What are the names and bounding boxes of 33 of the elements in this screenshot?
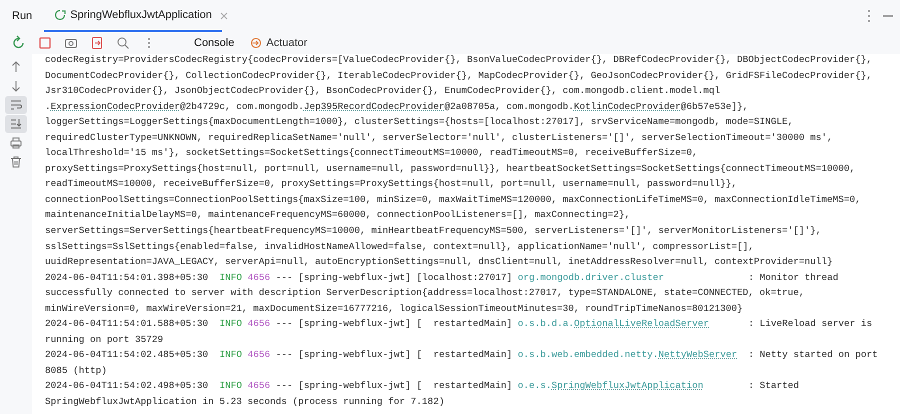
console-line: connectionPoolSettings=ConnectionPoolSettings{maxSize=100, minSize=0, maxWaitTimeMS=120000, maxConnectionLifeTimeMS=0, maxConnectionIdleTimeMS=0, — [45, 192, 862, 207]
console-line: requiredClusterType=UNKNOWN, requiredReplicaSetName='null', serverSelector='null', clusterListeners='[]', serverSelectionTimeout='30000 ms', — [45, 130, 834, 145]
console-line: localThreshold='15 ms'}, socketSettings=SocketSettings{connectTimeoutMS=10000, readTimeoutMS=0, receiveBufferSize=0, — [45, 146, 699, 160]
app-icon — [54, 9, 66, 21]
console-line: loggerSettings=LoggerSettings{maxDocumentLength=1000}, clusterSettings={hosts=[localhost:27017], srvServiceName=mongodb, mode=SINGLE, — [45, 115, 794, 130]
console-line: readTimeoutMS=10000, receiveBufferSize=0, proxySettings=ProxySettings{host=null, port=null, username=null, password=null}}, — [45, 177, 738, 192]
more-icon[interactable] — [866, 9, 872, 23]
stop-icon[interactable] — [37, 35, 53, 51]
console-line: proxySettings=ProxySettings{host=null, port=null, username=null, password=null}}, heartbeatSocketSettings=SocketSettings{connectTimeoutMS=10000, — [45, 162, 856, 176]
console-line: 2024-06-04T11:54:01.588+05:30 INFO 4656 --- [spring-webflux-jwt] [ restartedMain] o.s.b.d.a.OptionalLiveReloadServer : LiveReload server is — [45, 317, 874, 332]
console-line: running on port 35729 — [45, 332, 164, 347]
actuator-icon — [250, 37, 262, 49]
panel-title: Run — [11, 8, 34, 24]
trash-icon[interactable] — [8, 154, 24, 170]
console-line: 2024-06-04T11:54:02.498+05:30 INFO 4656 --- [spring-webflux-jwt] [ restartedMain] o.e.s.SpringWebfluxJwtApplication : Started — [45, 379, 800, 394]
print-icon[interactable] — [8, 135, 24, 151]
console-line: 2024-06-04T11:54:02.485+05:30 INFO 4656 --- [spring-webflux-jwt] [ restartedMain] o.s.b.web.embedded.netty.NettyWebServer : Netty started on port — [45, 348, 879, 362]
console-line: uuidRepresentation=JAVA_LEGACY, serverApi=null, autoEncryptionSettings=null, dnsClient=null, inetAddressResolver=null, contextProvider=null} — [45, 255, 834, 270]
close-icon[interactable] — [220, 12, 228, 20]
exit-icon[interactable] — [89, 35, 105, 51]
console-line: 8085 (http) — [45, 364, 108, 378]
console-line: Jsr310CodecProvider{}, JsonObjectCodecProvider{}, BsonCodecProvider{}, EnumCodecProvider{}, com.mongodb.client.model.mql — [45, 84, 722, 98]
console-line: successfully connected to server with description ServerDescription{address=localhost:27017, type=STANDALONE, state=CONNECTED, ok=true, — [45, 286, 806, 300]
search-icon[interactable] — [115, 35, 131, 51]
console-line: SpringWebfluxJwtApplication in 5.23 seconds (process running for 7.182) — [45, 395, 446, 410]
console-line: serverSettings=ServerSettings{heartbeatFrequencyMS=10000, minHeartbeatFrequencyMS=500, serverListeners='[]', serverMonitorListeners='[]'}, — [45, 224, 822, 238]
console-line: .ExpressionCodecProvider@2b4729c, com.mongodb.Jep395RecordCodecProvider@2a08705a, com.mongodb.KotlinCodecProvider@6b57e53e]}, — [45, 100, 750, 114]
console-line: minWireVersion=0, maxWireVersion=21, maxDocumentSize=16777216, logicalSessionTimeoutMinutes=30, roundTripTimeNanos=80121300} — [45, 302, 744, 316]
console-line: codecRegistry=ProvidersCodecRegistry{codecProviders=[ValueCodecProvider{}, BsonValueCodecProvider{}, DBRefCodecProvider{}, DBObjectCodecProvider{}, — [45, 54, 874, 67]
console-line: DocumentCodecProvider{}, CollectionCodecProvider{}, IterableCodecProvider{}, MapCodecProvider{}, GeoJsonCodecProvider{}, GridFSFileCodecProvider{}, — [45, 68, 874, 83]
console-line: sslSettings=SslSettings{enabled=false, invalidHostNameAllowed=false, context=null}, applicationName='null', compressorList=[], — [45, 240, 755, 254]
console-line: 2024-06-04T11:54:01.398+05:30 INFO 4656 --- [spring-webflux-jwt] [localhost:27017] org.mongodb.driver.cluster : Monitor thread — [45, 270, 840, 285]
console-line: maintenanceInitialDelayMS=0, maintenanceFrequencyMS=60000, connectionPoolListeners=[], maxConnecting=2}, — [45, 208, 632, 222]
